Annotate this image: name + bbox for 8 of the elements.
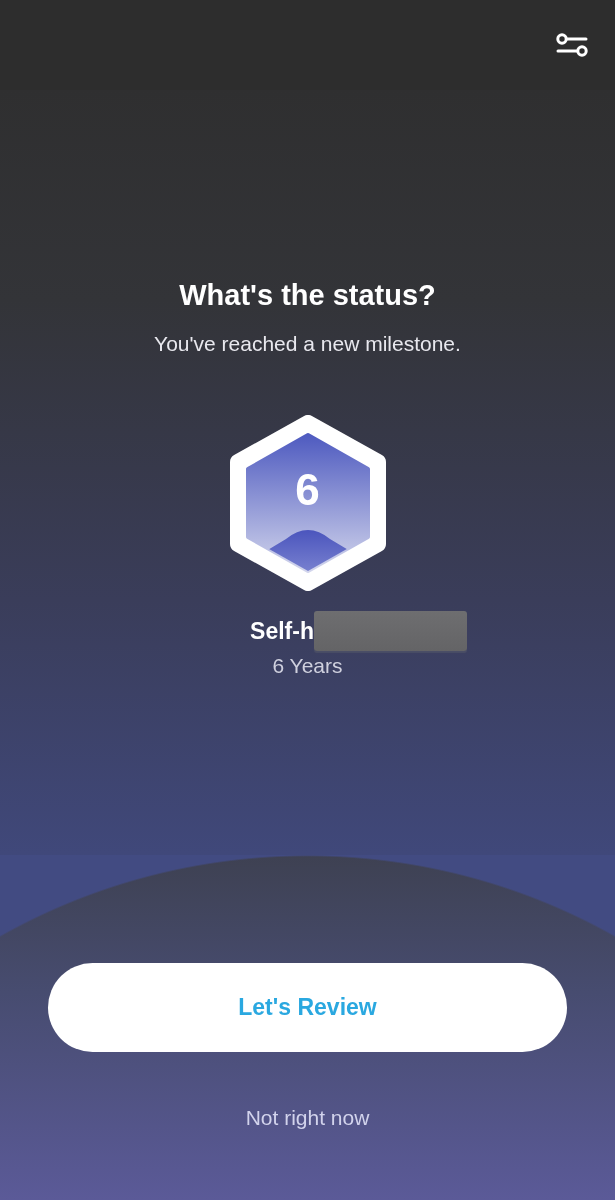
sliders-icon[interactable] — [556, 33, 588, 57]
prompt-title: What's the status? — [179, 278, 436, 313]
prompt-subtitle: You've reached a new milestone. — [154, 331, 461, 357]
milestone-duration: 6 Years — [272, 653, 343, 679]
badge-number: 6 — [295, 465, 320, 515]
review-button[interactable]: Let's Review — [48, 963, 567, 1052]
dismiss-link[interactable]: Not right now — [241, 1104, 374, 1132]
milestone-name: Self-h — [250, 617, 314, 646]
